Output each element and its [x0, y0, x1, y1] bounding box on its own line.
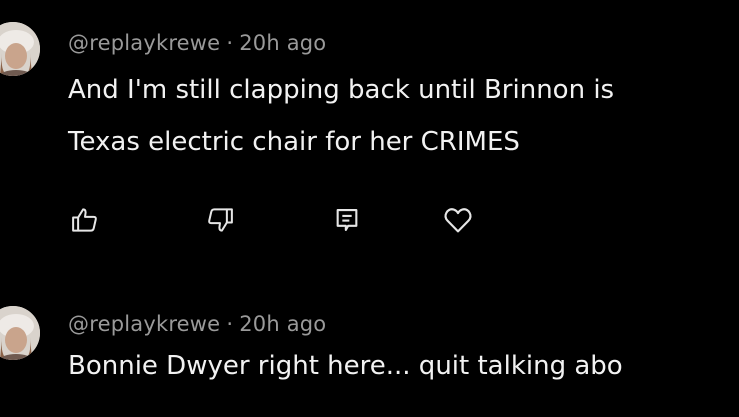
- dislike-button[interactable]: [203, 203, 237, 237]
- comment-text: Bonnie Dwyer right here... quit talking …: [68, 340, 739, 392]
- comment-timestamp: 20h ago: [239, 312, 327, 336]
- comment-feed: @replaykrewe · 20h ago And I'm still clapp…: [0, 0, 739, 417]
- meta-separator: ·: [226, 312, 234, 336]
- comment-meta: @replaykrewe · 20h ago: [68, 312, 326, 336]
- comment-timestamp: 20h ago: [239, 31, 327, 55]
- comment-item: @replaykrewe · 20h ago And I'm still clapp…: [0, 0, 739, 280]
- heart-icon: [444, 208, 472, 233]
- comment-author[interactable]: @replaykrewe: [68, 312, 220, 336]
- avatar[interactable]: [0, 306, 40, 360]
- meta-separator: ·: [226, 31, 234, 55]
- comment-meta: @replaykrewe · 20h ago: [68, 31, 326, 55]
- comment-text: And I'm still clapping back until Brinno…: [68, 64, 739, 168]
- comment-text-line: Bonnie Dwyer right here... quit talking …: [68, 351, 623, 381]
- thumbs-up-icon: [72, 208, 97, 232]
- avatar-image: [0, 22, 40, 76]
- heart-button[interactable]: [441, 203, 475, 237]
- avatar-image: [0, 306, 40, 360]
- comment-text-line: And I'm still clapping back until Brinno…: [68, 75, 615, 105]
- comment-text-line: Texas electric chair for her CRIMES: [68, 127, 520, 157]
- reply-icon: [336, 209, 358, 231]
- reply-button[interactable]: [330, 203, 364, 237]
- like-button[interactable]: [68, 203, 102, 237]
- comment-item: @replaykrewe · 20h ago Bonnie Dwyer right …: [0, 290, 739, 417]
- thumbs-down-icon: [208, 208, 233, 232]
- comment-author[interactable]: @replaykrewe: [68, 31, 220, 55]
- avatar[interactable]: [0, 22, 40, 76]
